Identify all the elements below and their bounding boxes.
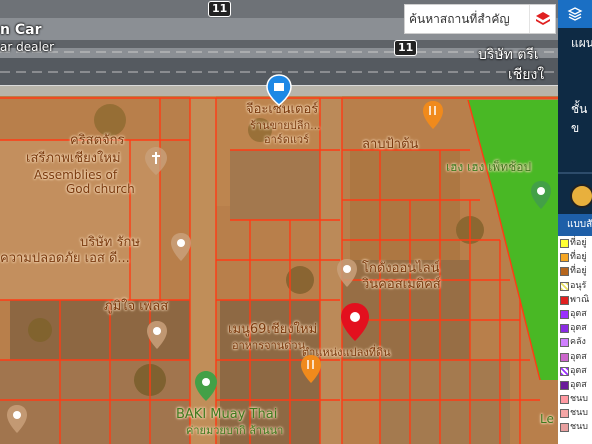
legend-item: ที่อยู่ bbox=[558, 236, 592, 250]
legend-label: ที่อยู่ bbox=[570, 266, 587, 277]
legend-swatch bbox=[560, 239, 569, 248]
legend-swatch bbox=[560, 338, 569, 348]
legend-label: อุตส bbox=[570, 379, 587, 390]
legend-label: ชนบ bbox=[570, 422, 588, 433]
location-pin-icon[interactable] bbox=[340, 302, 370, 342]
legend-item: อุตส bbox=[558, 307, 592, 321]
layer-panel-toggle[interactable] bbox=[558, 0, 592, 28]
restaurant-pin-icon[interactable] bbox=[300, 354, 322, 384]
legend-item: ชนบ bbox=[558, 420, 592, 434]
legend-item: อุตส bbox=[558, 364, 592, 378]
legend-header: แบบสัญ bbox=[558, 214, 592, 236]
legend-label: อุตส bbox=[570, 308, 587, 319]
legend-item: คลัง bbox=[558, 335, 592, 349]
legend-label: ชนบ bbox=[570, 394, 588, 405]
legend-swatch bbox=[560, 380, 569, 390]
sidebar-divider bbox=[558, 172, 592, 174]
legend-swatch bbox=[560, 295, 569, 305]
legend-swatch bbox=[560, 267, 569, 277]
legend-label: คลัง bbox=[570, 337, 586, 348]
legend-swatch bbox=[560, 324, 569, 334]
legend-label: ที่อยู่ bbox=[570, 252, 587, 263]
highway-shield: 11 bbox=[394, 40, 418, 56]
legend-item: อุตส bbox=[558, 378, 592, 392]
legend-item: ที่อยู่ bbox=[558, 264, 592, 278]
legend-item: พาณิ bbox=[558, 293, 592, 307]
shop-pin-icon[interactable] bbox=[6, 404, 28, 434]
sidebar-menu-layers[interactable]: ชั้นข bbox=[571, 100, 592, 138]
shop-pin-icon[interactable] bbox=[170, 232, 192, 262]
search-input[interactable] bbox=[405, 5, 529, 33]
restaurant-pin-icon[interactable] bbox=[422, 100, 444, 130]
legend-item: อนุรั bbox=[558, 279, 592, 293]
legend-label: ชนบ bbox=[570, 408, 588, 419]
satellite-map[interactable] bbox=[0, 0, 592, 444]
highway-shield: 11 bbox=[208, 1, 232, 17]
legend-swatch bbox=[560, 253, 569, 263]
shop-pin-icon[interactable] bbox=[146, 320, 168, 350]
legend-label: พาณิ bbox=[570, 294, 590, 305]
legend-swatch bbox=[560, 423, 569, 433]
layer-stack-icon bbox=[567, 7, 583, 21]
zoning-legend: แบบสัญ ที่อยู่ที่อยู่ที่อยู่อนุรัพาณิอุต… bbox=[558, 214, 592, 444]
layers-icon bbox=[535, 12, 550, 25]
legend-swatch bbox=[560, 409, 569, 419]
legend-item: อุตส bbox=[558, 350, 592, 364]
church-pin-icon[interactable] bbox=[144, 146, 168, 176]
legend-swatch bbox=[560, 309, 569, 319]
place-search-box bbox=[404, 4, 556, 34]
legend-swatch bbox=[560, 395, 569, 405]
shop-pin-icon[interactable] bbox=[530, 180, 552, 210]
legend-item: อุตส bbox=[558, 321, 592, 335]
legend-item: ที่อยู่ bbox=[558, 250, 592, 264]
legend-item: ชนบ bbox=[558, 392, 592, 406]
shop-pin-icon[interactable] bbox=[194, 370, 218, 402]
sidebar-menu-map[interactable]: แผน bbox=[571, 34, 592, 53]
legend-label: ที่อยู่ bbox=[570, 238, 587, 248]
legend-swatch bbox=[560, 352, 569, 362]
legend-label: อนุรั bbox=[570, 280, 587, 291]
legend-label: อุตส bbox=[570, 323, 587, 334]
layers-button[interactable] bbox=[529, 5, 555, 33]
agency-logo bbox=[570, 184, 592, 208]
legend-swatch bbox=[560, 366, 569, 376]
legend-item: ชนบ bbox=[558, 406, 592, 420]
shop-pin-icon[interactable] bbox=[336, 258, 358, 288]
legend-label: อุตส bbox=[570, 365, 587, 376]
shop-pin-icon[interactable] bbox=[266, 74, 292, 106]
legend-swatch bbox=[560, 281, 569, 291]
legend-label: อุตส bbox=[570, 351, 587, 362]
